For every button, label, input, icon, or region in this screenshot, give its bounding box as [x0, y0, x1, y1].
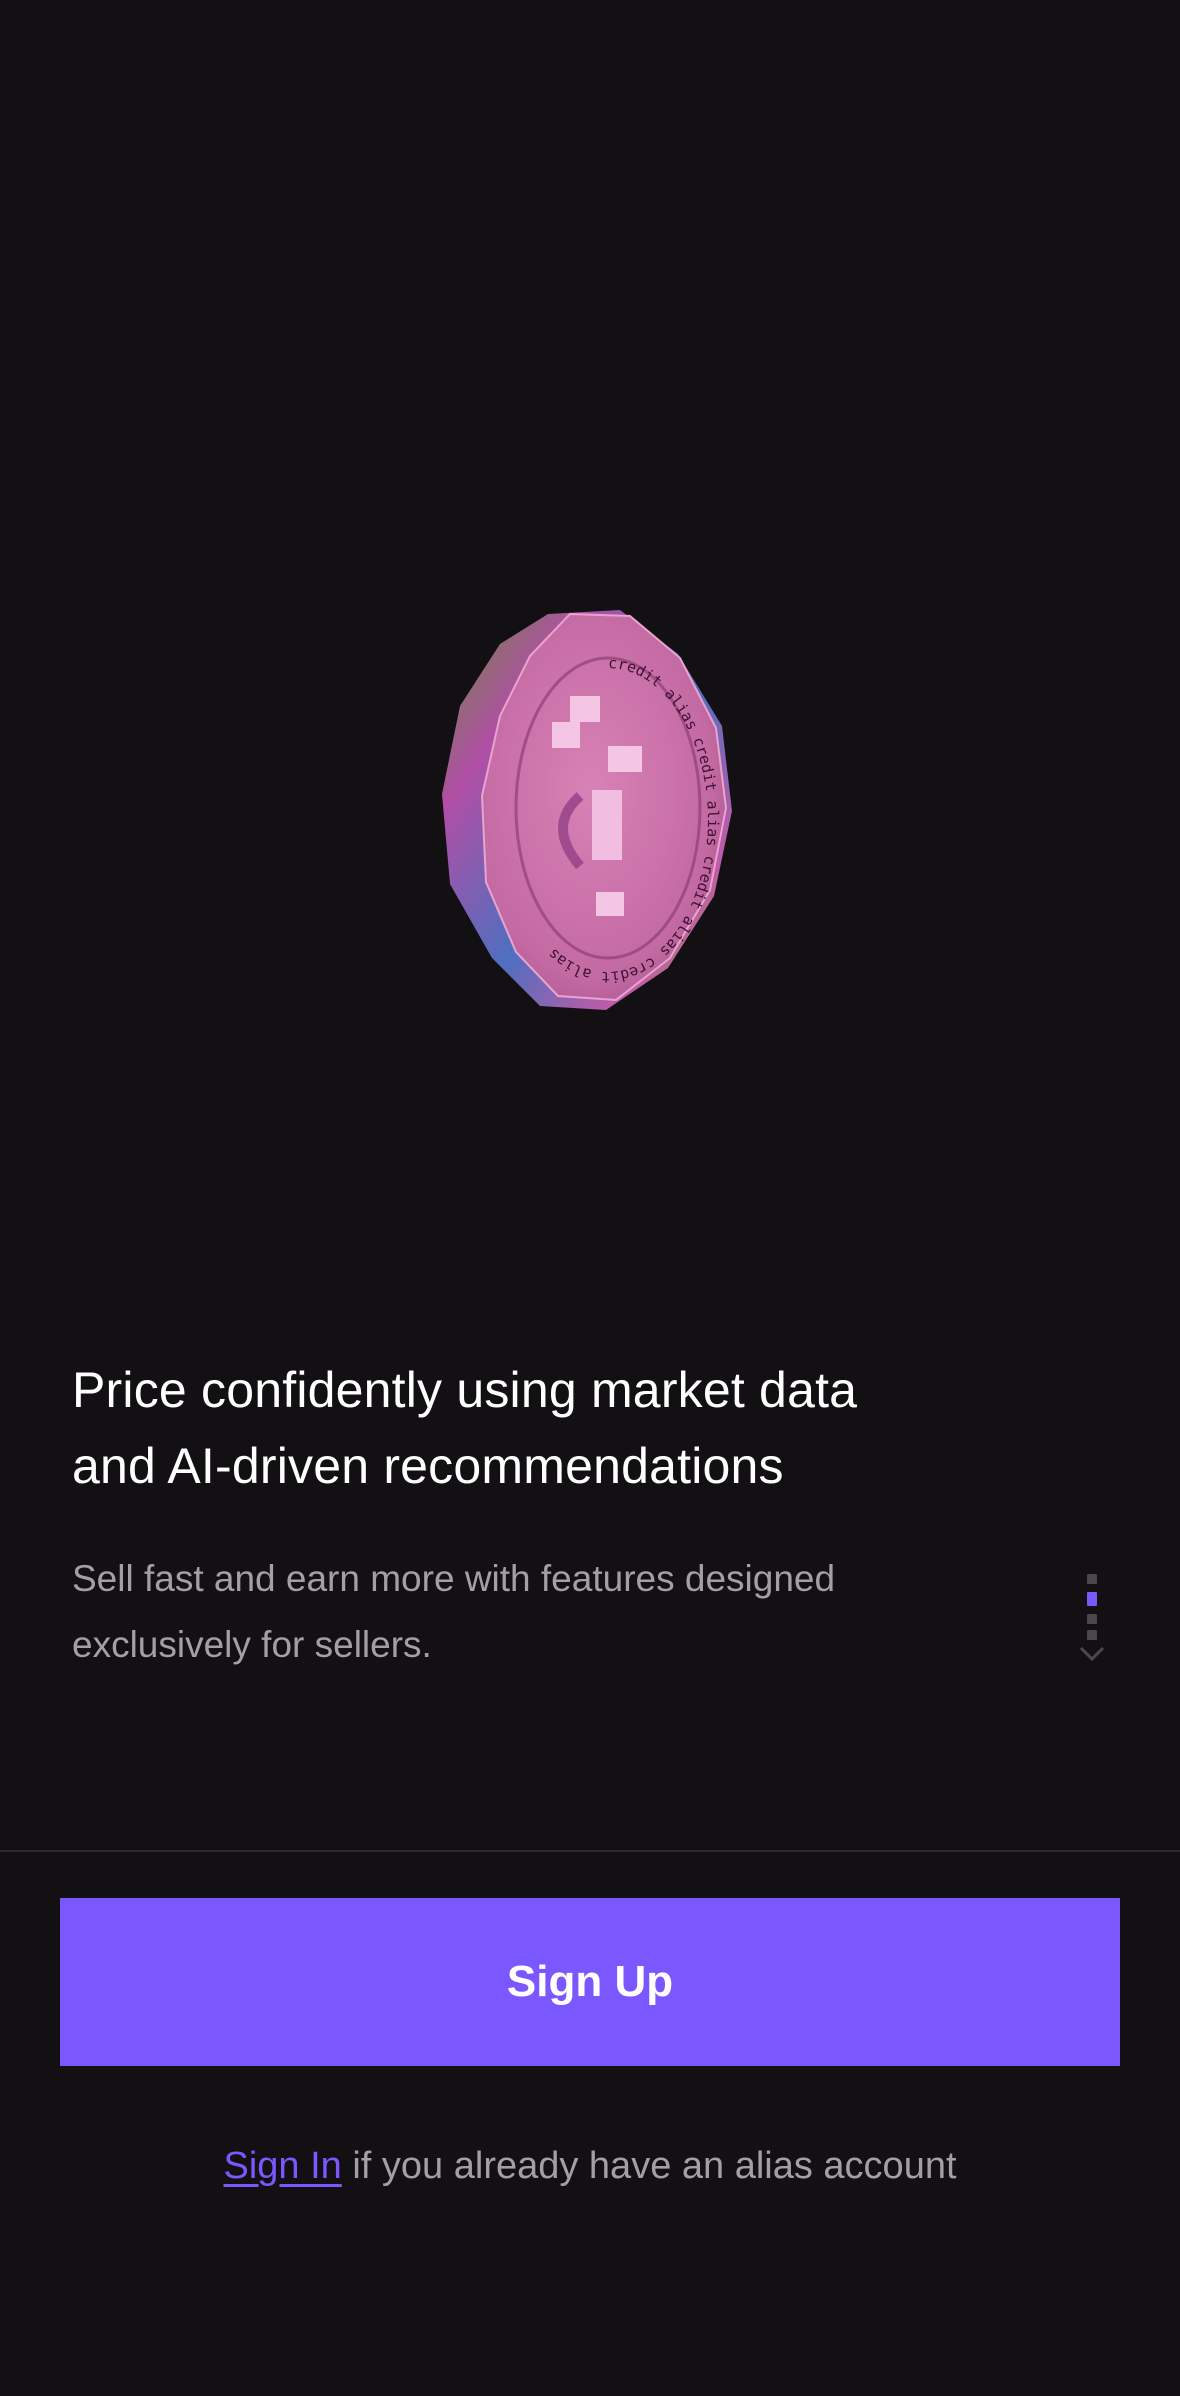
page-dot-4 [1087, 1630, 1097, 1640]
page-dot-2-active [1087, 1592, 1097, 1606]
page-dot-1 [1087, 1574, 1097, 1584]
headline: Price confidently using market data and … [72, 1352, 992, 1504]
coin-illustration: credit alias credit alias credit alias c… [430, 596, 750, 1026]
subtext: Sell fast and earn more with features de… [72, 1546, 972, 1678]
subtext-line-1: Sell fast and earn more with features de… [72, 1558, 836, 1599]
headline-line-1: Price confidently using market data [72, 1362, 858, 1418]
page-indicator[interactable] [1076, 1570, 1108, 1670]
page-dot-3 [1087, 1614, 1097, 1624]
sign-in-suffix: if you already have an alias account [341, 2145, 957, 2187]
subtext-line-2: exclusively for sellers. [72, 1624, 432, 1665]
sign-up-button[interactable]: Sign Up [60, 1898, 1120, 2066]
sign-in-prompt: Sign In if you already have an alias acc… [0, 2140, 1180, 2192]
chevron-down-icon[interactable] [1078, 1644, 1106, 1664]
divider [0, 1850, 1180, 1852]
sign-in-link[interactable]: Sign In [223, 2145, 341, 2187]
headline-line-2: and AI-driven recommendations [72, 1438, 784, 1494]
onboarding-screen: credit alias credit alias credit alias c… [0, 0, 1180, 2396]
